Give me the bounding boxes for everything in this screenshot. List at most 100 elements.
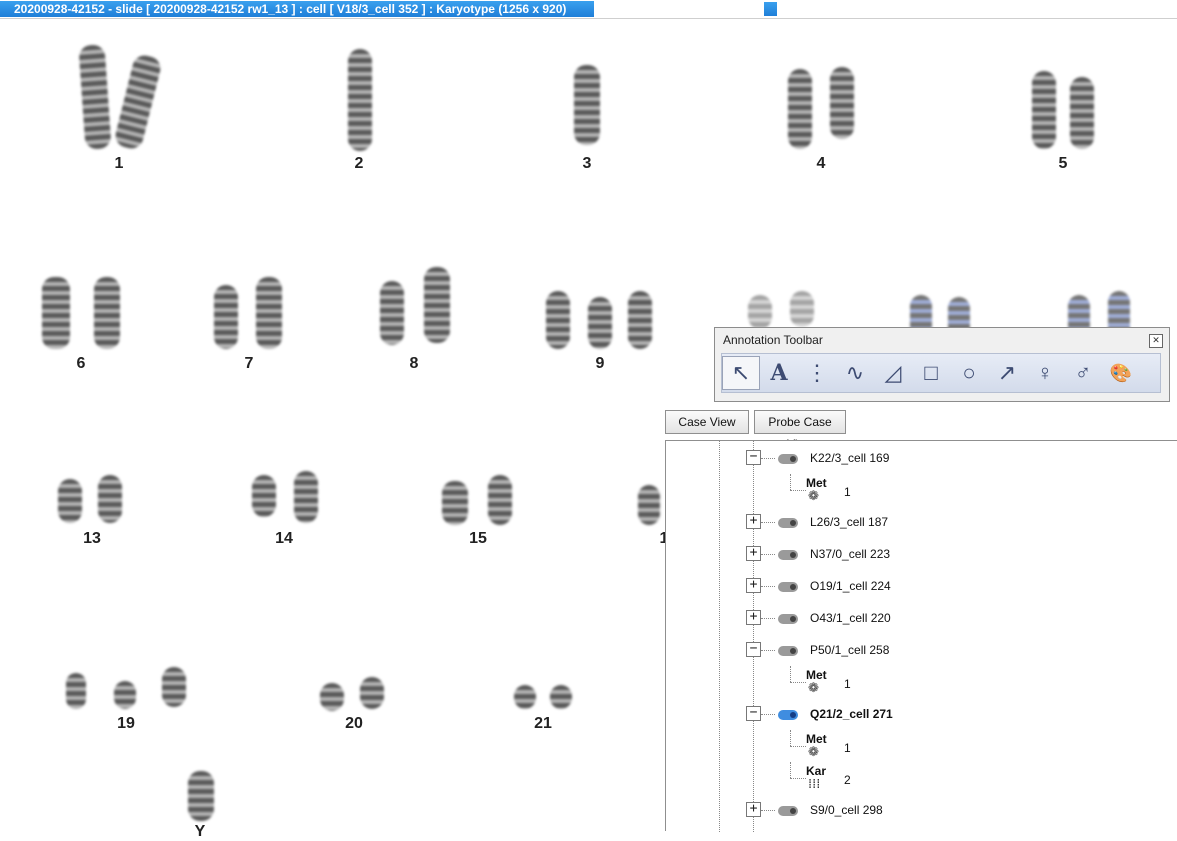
chrom-label: 19 <box>117 715 135 732</box>
ellipse-tool-icon[interactable]: ○ <box>950 356 988 390</box>
node-label[interactable]: P50/1_cell 258 <box>810 643 889 657</box>
rectangle-tool-icon[interactable]: □ <box>912 356 950 390</box>
chrom-label: 7 <box>244 355 254 372</box>
close-icon[interactable]: ✕ <box>1149 334 1163 348</box>
expand-icon[interactable]: + <box>746 610 761 625</box>
chromosome-5a <box>1032 71 1056 149</box>
collapse-icon[interactable]: − <box>746 450 761 465</box>
tree-connector <box>761 714 775 715</box>
tree-connector <box>761 554 775 555</box>
tree-connector <box>761 522 775 523</box>
child-count: 2 <box>844 773 851 787</box>
chrom-label: 2 <box>354 155 364 172</box>
polygon-tool-icon[interactable]: ◿ <box>874 356 912 390</box>
chrom-label: Y <box>194 823 206 840</box>
tree-node[interactable]: − K22/3_cell 169 <box>666 442 1177 474</box>
visibility-icon[interactable] <box>778 454 798 464</box>
male-tool-icon[interactable]: ♂ <box>1064 356 1102 390</box>
node-label[interactable]: O43/1_cell 220 <box>810 611 891 625</box>
tree-child-metaphase[interactable]: Met ❁ 1 <box>666 666 1177 698</box>
child-title: Met <box>806 476 827 490</box>
karyotype-icon: ⁞⁞⁞ <box>808 777 821 792</box>
tree-node-active[interactable]: − Q21/2_cell 271 <box>666 698 1177 730</box>
child-title: Met <box>806 668 827 682</box>
tree-child-metaphase[interactable]: Met ❁ 1 <box>666 474 1177 506</box>
chromosome-20b <box>360 677 384 709</box>
visibility-icon[interactable] <box>778 550 798 560</box>
chromosome-19c <box>162 667 186 707</box>
chromosome-4a <box>788 69 812 149</box>
tree-node[interactable]: + N37/0_cell 223 <box>666 538 1177 570</box>
tree-node[interactable]: − P50/1_cell 258 <box>666 634 1177 666</box>
palette-tool-icon[interactable]: 🎨 <box>1102 356 1140 390</box>
tree-node[interactable]: + O43/1_cell 220 <box>666 602 1177 634</box>
visibility-icon[interactable] <box>778 614 798 624</box>
tree-child-karyotype[interactable]: Kar ⁞⁞⁞ 2 <box>666 762 1177 794</box>
visibility-icon[interactable] <box>778 518 798 528</box>
chromosome-9c <box>628 291 652 349</box>
case-tree: − K22/3_cell 169 Met ❁ 1 + L26/3_cell 18… <box>665 440 1177 832</box>
node-label[interactable]: Q21/2_cell 271 <box>810 707 893 721</box>
chromosome-7b <box>256 277 282 349</box>
tree-connector <box>790 474 792 490</box>
collapse-icon[interactable]: − <box>746 642 761 657</box>
chromosome-19a <box>66 673 86 709</box>
chrom-label: 15 <box>469 530 487 547</box>
chromosome-21b <box>550 685 572 709</box>
child-title: Met <box>806 732 827 746</box>
chromosome-y <box>188 771 214 821</box>
probe-case-view-tab[interactable]: Probe Case View <box>754 410 846 451</box>
visibility-icon[interactable] <box>778 582 798 592</box>
visibility-icon[interactable] <box>778 646 798 656</box>
annotation-toolbar-title: Annotation Toolbar <box>723 333 823 347</box>
node-label[interactable]: S9/0_cell 298 <box>810 803 883 817</box>
arrow-tool-icon[interactable]: ↗ <box>988 356 1026 390</box>
chrom-label: 8 <box>409 355 419 372</box>
expand-icon[interactable]: + <box>746 546 761 561</box>
annotation-tools: ↖ A ⋮ ∿ ◿ □ ○ ↗ ♀ ♂ 🎨 <box>721 353 1161 393</box>
tree-connector <box>790 730 792 746</box>
chromosome-5b <box>1070 77 1094 149</box>
text-tool-icon[interactable]: A <box>760 356 798 390</box>
metaphase-icon: ❁ <box>808 489 819 504</box>
node-label[interactable]: K22/3_cell 169 <box>810 451 889 465</box>
expand-icon[interactable]: + <box>746 802 761 817</box>
tree-child-metaphase[interactable]: Met ❁ 1 <box>666 730 1177 762</box>
chromosome-13a <box>58 479 82 523</box>
tree-node[interactable]: + O19/1_cell 224 <box>666 570 1177 602</box>
chrom-label: 9 <box>595 355 605 372</box>
chromosome-1b <box>113 53 163 151</box>
chrom-label: 21 <box>534 715 552 732</box>
child-count: 1 <box>844 741 851 755</box>
annotation-toolbar: Annotation Toolbar ✕ ↖ A ⋮ ∿ ◿ □ ○ ↗ ♀ ♂… <box>714 327 1170 402</box>
chromosome-15b <box>488 475 512 525</box>
node-label[interactable]: L26/3_cell 187 <box>810 515 888 529</box>
tree-connector <box>790 778 806 779</box>
chrom-label: 13 <box>83 530 101 547</box>
node-label[interactable]: O19/1_cell 224 <box>810 579 891 593</box>
chromosome-tool-icon[interactable]: ⋮ <box>798 356 836 390</box>
chrom-label: 4 <box>816 155 826 172</box>
collapse-icon[interactable]: − <box>746 706 761 721</box>
tree-node[interactable]: + L26/3_cell 187 <box>666 506 1177 538</box>
tree-node[interactable]: + S9/0_cell 298 <box>666 794 1177 826</box>
chromosome-15a <box>442 481 468 525</box>
case-view-tab[interactable]: Case View <box>665 410 749 434</box>
chromosome-19b <box>114 681 136 709</box>
visibility-icon[interactable] <box>778 806 798 816</box>
expand-icon[interactable]: + <box>746 578 761 593</box>
pointer-tool-icon[interactable]: ↖ <box>722 356 760 390</box>
chromosome-10b <box>790 291 814 327</box>
chromosome-14b <box>294 471 318 523</box>
female-tool-icon[interactable]: ♀ <box>1026 356 1064 390</box>
visibility-icon[interactable] <box>778 710 798 720</box>
child-title: Kar <box>806 764 827 778</box>
expand-icon[interactable]: + <box>746 514 761 529</box>
title-scroll-thumb[interactable] <box>764 2 777 16</box>
freehand-tool-icon[interactable]: ∿ <box>836 356 874 390</box>
node-label[interactable]: N37/0_cell 223 <box>810 547 890 561</box>
metaphase-icon: ❁ <box>808 745 819 760</box>
tree-connector <box>790 746 806 747</box>
chromosome-3 <box>574 65 600 145</box>
metaphase-icon: ❁ <box>808 681 819 696</box>
